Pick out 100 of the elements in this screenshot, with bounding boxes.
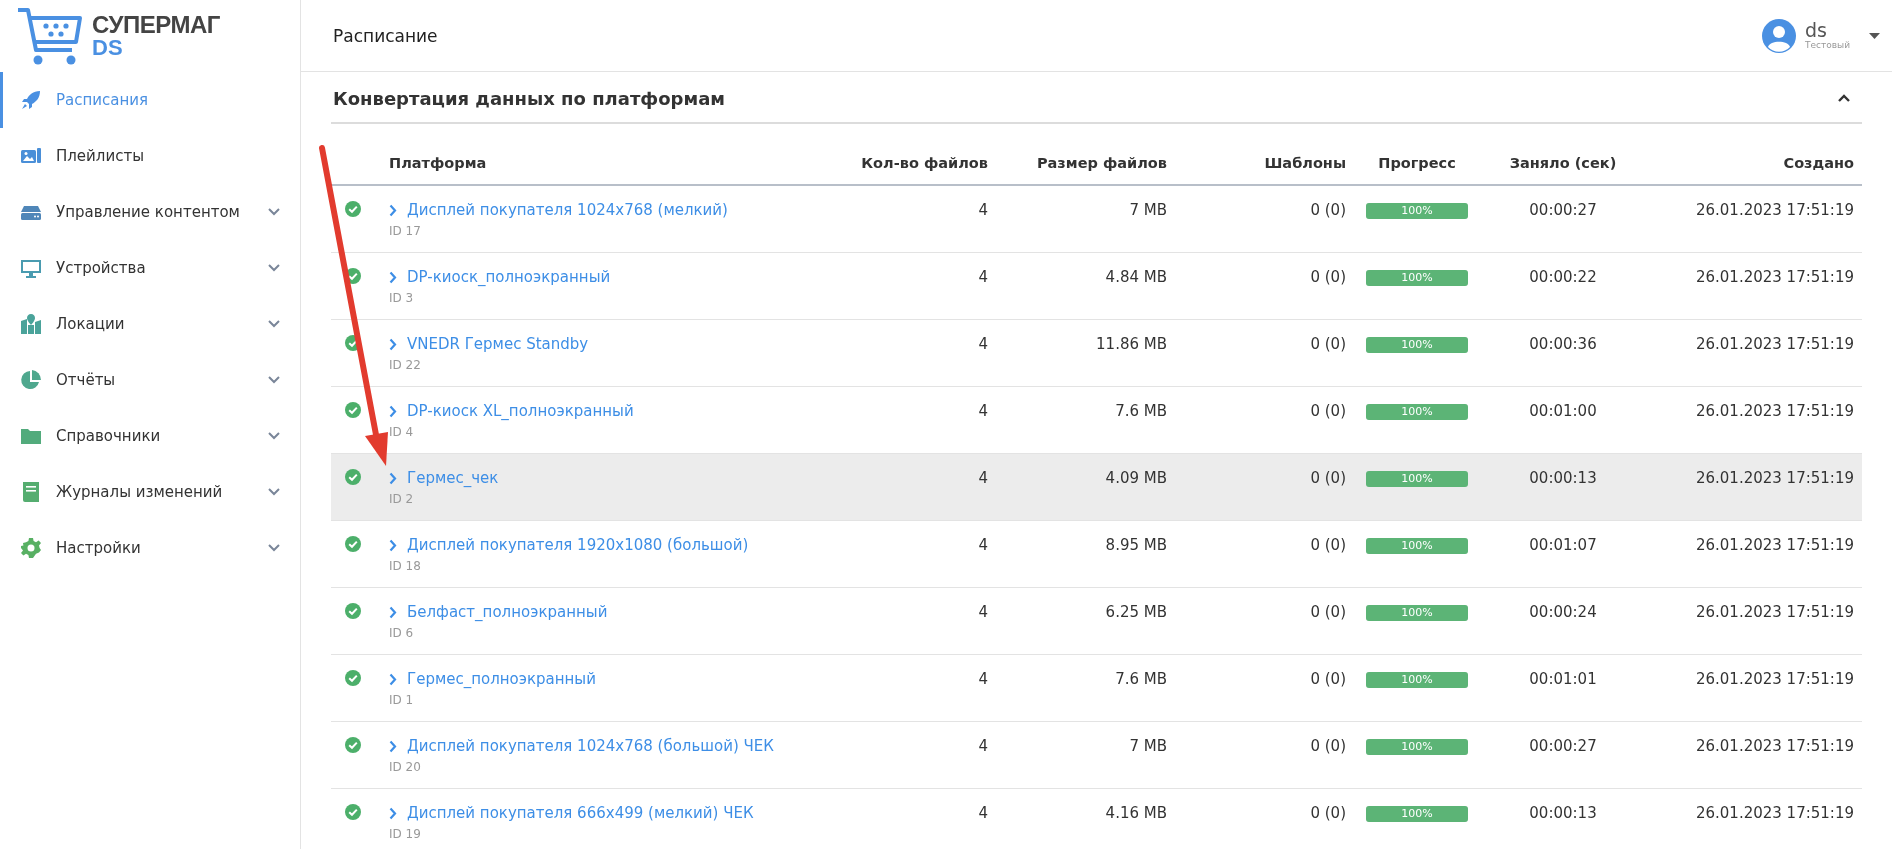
- created-date: 26.01.2023 17:51:19: [1695, 536, 1854, 554]
- templates-count: 0 (0): [1310, 469, 1346, 487]
- file-count: 4: [978, 737, 988, 755]
- duration: 00:00:27: [1529, 737, 1597, 755]
- platform-link[interactable]: VNEDR Гермес Standby: [407, 335, 589, 353]
- duration: 00:00:24: [1529, 603, 1597, 621]
- user-avatar-icon[interactable]: [1762, 18, 1796, 53]
- chevron-right-icon[interactable]: [389, 672, 397, 686]
- file-count: 4: [978, 201, 988, 219]
- platform-id: ID 17: [389, 224, 421, 238]
- progress-bar: 100%: [1366, 605, 1468, 621]
- chevron-right-icon[interactable]: [389, 739, 397, 753]
- templates-count: 0 (0): [1310, 268, 1346, 286]
- progress-bar: 100%: [1366, 404, 1468, 420]
- file-count: 4: [978, 536, 988, 554]
- sidebar-item[interactable]: Настройки: [0, 520, 300, 576]
- file-count: 4: [978, 268, 988, 286]
- sidebar-item[interactable]: Справочники: [0, 408, 300, 464]
- platform-link[interactable]: Дисплей покупателя 1024x768 (мелкий): [407, 201, 728, 219]
- logo-subtitle: DS: [92, 37, 124, 59]
- sidebar-item[interactable]: Отчёты: [0, 352, 300, 408]
- chevron-down-icon: [268, 376, 280, 384]
- chevron-right-icon[interactable]: [389, 337, 397, 351]
- duration: 00:00:13: [1529, 804, 1597, 822]
- file-count: 4: [978, 670, 988, 688]
- chevron-down-icon: [268, 208, 280, 216]
- file-size: 4.16 MB: [1105, 804, 1167, 822]
- created-date: 26.01.2023 17:51:19: [1695, 335, 1854, 353]
- platform-link[interactable]: DP-киоск XL_полноэкранный: [407, 402, 634, 420]
- file-size: 4.09 MB: [1105, 469, 1167, 487]
- file-size: 7 MB: [1129, 201, 1167, 219]
- created-date: 26.01.2023 17:51:19: [1695, 737, 1854, 755]
- cart-logo-icon: [16, 6, 82, 66]
- file-count: 4: [978, 402, 988, 420]
- file-size: 4.84 MB: [1105, 268, 1167, 286]
- templates-count: 0 (0): [1310, 335, 1346, 353]
- chevron-right-icon[interactable]: [389, 203, 397, 217]
- created-date: 26.01.2023 17:51:19: [1695, 603, 1854, 621]
- platform-link[interactable]: Белфаст_полноэкранный: [407, 603, 608, 621]
- logo-wordmark: СУПЕРМАГ: [92, 13, 220, 37]
- page-title: Расписание: [333, 25, 438, 46]
- sidebar-item[interactable]: Управление контентом: [0, 184, 300, 240]
- platform-link[interactable]: Дисплей покупателя 1024x768 (большой) ЧЕК: [407, 737, 774, 755]
- platform-id: ID 19: [389, 827, 421, 841]
- check-circle-icon: [345, 804, 361, 820]
- check-circle-icon: [345, 536, 361, 552]
- templates-count: 0 (0): [1310, 603, 1346, 621]
- duration: 00:00:27: [1529, 201, 1597, 219]
- created-date: 26.01.2023 17:51:19: [1695, 201, 1854, 219]
- duration: 00:01:00: [1529, 402, 1597, 420]
- sidebar-item[interactable]: Плейлисты: [0, 128, 300, 184]
- collapse-caret-icon[interactable]: [1838, 94, 1850, 102]
- monitor-icon: [20, 257, 42, 279]
- caret-down-icon[interactable]: [1869, 32, 1880, 39]
- check-circle-icon: [345, 201, 361, 217]
- chevron-right-icon[interactable]: [389, 605, 397, 619]
- platform-id: ID 6: [389, 626, 414, 640]
- templates-count: 0 (0): [1310, 670, 1346, 688]
- file-size: 7.6 MB: [1115, 670, 1167, 688]
- platform-link[interactable]: DP-киоск_полноэкранный: [407, 268, 611, 286]
- created-date: 26.01.2023 17:51:19: [1695, 670, 1854, 688]
- pie-chart-icon: [20, 369, 42, 391]
- templates-count: 0 (0): [1310, 402, 1346, 420]
- platform-link[interactable]: Гермес_чек: [407, 469, 499, 487]
- check-circle-icon: [345, 402, 361, 418]
- book-icon: [20, 481, 42, 503]
- chevron-down-icon: [268, 264, 280, 272]
- progress-bar: 100%: [1366, 337, 1468, 353]
- created-date: 26.01.2023 17:51:19: [1695, 402, 1854, 420]
- duration: 00:01:01: [1529, 670, 1597, 688]
- progress-bar: 100%: [1366, 270, 1468, 286]
- platform-link[interactable]: Дисплей покупателя 666x499 (мелкий) ЧЕК: [407, 804, 754, 822]
- chevron-right-icon[interactable]: [389, 538, 397, 552]
- column-header: Заняло (сек): [1480, 142, 1646, 185]
- platform-id: ID 3: [389, 291, 414, 305]
- chevron-down-icon: [268, 544, 280, 552]
- sidebar-item[interactable]: Локации: [0, 296, 300, 352]
- chevron-right-icon[interactable]: [389, 270, 397, 284]
- duration: 00:00:13: [1529, 469, 1597, 487]
- file-count: 4: [978, 603, 988, 621]
- file-count: 4: [978, 335, 988, 353]
- sidebar-item[interactable]: Устройства: [0, 240, 300, 296]
- progress-bar: 100%: [1366, 739, 1468, 755]
- sidebar-item[interactable]: Журналы изменений: [0, 464, 300, 520]
- file-size: 6.25 MB: [1105, 603, 1167, 621]
- chevron-right-icon[interactable]: [389, 806, 397, 820]
- user-role: Тестовый: [1805, 41, 1850, 51]
- chevron-right-icon[interactable]: [389, 471, 397, 485]
- chevron-right-icon[interactable]: [389, 404, 397, 418]
- platform-link[interactable]: Гермес_полноэкранный: [407, 670, 596, 688]
- platform-id: ID 22: [389, 358, 421, 372]
- platform-id: ID 4: [389, 425, 414, 439]
- column-header: Создано: [1646, 142, 1862, 185]
- sidebar-item[interactable]: Расписания: [0, 72, 300, 128]
- templates-count: 0 (0): [1310, 737, 1346, 755]
- map-pin-icon: [20, 313, 42, 335]
- progress-bar: 100%: [1366, 538, 1468, 554]
- section-title: Конвертация данных по платформам: [333, 87, 726, 109]
- templates-count: 0 (0): [1310, 804, 1346, 822]
- platform-link[interactable]: Дисплей покупателя 1920x1080 (большой): [407, 536, 749, 554]
